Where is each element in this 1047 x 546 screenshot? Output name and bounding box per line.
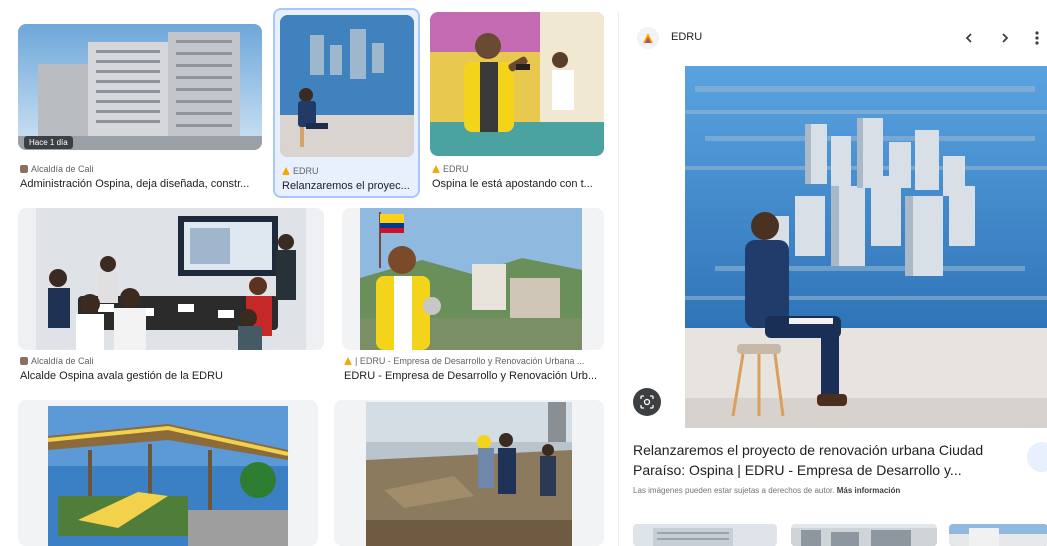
chevron-left-icon[interactable] bbox=[957, 26, 981, 50]
preview-header: EDRU bbox=[619, 12, 1047, 62]
result-caption[interactable]: Relanzaremos el proyec... bbox=[282, 180, 416, 192]
edru-favicon-icon bbox=[282, 167, 290, 175]
result-image-3[interactable] bbox=[430, 12, 604, 156]
related-image-2[interactable] bbox=[791, 524, 937, 546]
result-caption[interactable]: Alcalde Ospina avala gestión de la EDRU bbox=[20, 370, 324, 382]
result-image-7[interactable] bbox=[334, 400, 604, 546]
result-source: | EDRU - Empresa de Desarrollo y Renovac… bbox=[344, 356, 600, 366]
result-tile-3[interactable]: EDRU Ospina le está apostando con t... bbox=[430, 8, 606, 198]
result-tile-7[interactable] bbox=[334, 398, 606, 546]
time-badge: Hace 1 día bbox=[24, 136, 73, 149]
result-source: Alcaldía de Cali bbox=[20, 164, 264, 174]
related-image-3[interactable] bbox=[949, 524, 1047, 546]
result-source: EDRU bbox=[432, 164, 606, 174]
result-caption[interactable]: Administración Ospina, deja diseñada, co… bbox=[20, 178, 266, 190]
preview-source-name[interactable]: EDRU bbox=[671, 31, 702, 43]
result-image-1[interactable]: Hace 1 día bbox=[18, 24, 262, 150]
result-caption[interactable]: Ospina le está apostando con t... bbox=[432, 178, 606, 190]
share-button[interactable] bbox=[1027, 442, 1047, 472]
result-caption[interactable]: EDRU - Empresa de Desarrollo y Renovació… bbox=[344, 370, 602, 382]
edru-favicon-icon bbox=[344, 357, 352, 365]
result-image-5[interactable] bbox=[342, 208, 604, 350]
result-tile-2-selected[interactable]: EDRU Relanzaremos el proyec... bbox=[273, 8, 420, 198]
result-image-2[interactable] bbox=[280, 15, 414, 157]
preview-image[interactable] bbox=[685, 66, 1047, 428]
result-source: Alcaldía de Cali bbox=[20, 356, 320, 366]
preview-panel: EDRU Relanzaremos el proyecto de renovac… bbox=[618, 12, 1047, 546]
result-tile-1[interactable]: Hace 1 día Alcaldía de Cali Administraci… bbox=[18, 18, 266, 198]
more-vert-icon[interactable] bbox=[1029, 26, 1045, 50]
result-image-6[interactable] bbox=[18, 400, 318, 546]
alcaldia-favicon-icon bbox=[20, 357, 28, 365]
result-source: EDRU bbox=[282, 166, 416, 176]
result-tile-6[interactable] bbox=[18, 398, 318, 546]
more-info-link[interactable]: Más información bbox=[837, 486, 901, 495]
lens-icon[interactable] bbox=[633, 388, 661, 416]
edru-logo-icon bbox=[637, 27, 659, 49]
chevron-right-icon[interactable] bbox=[993, 26, 1017, 50]
copyright-disclaimer: Las imágenes pueden estar sujetas a dere… bbox=[633, 486, 901, 495]
result-image-4[interactable] bbox=[18, 208, 324, 350]
preview-title[interactable]: Relanzaremos el proyecto de renovación u… bbox=[633, 440, 1005, 480]
edru-favicon-icon bbox=[432, 165, 440, 173]
alcaldia-favicon-icon bbox=[20, 165, 28, 173]
result-tile-4[interactable]: Alcaldía de Cali Alcalde Ospina avala ge… bbox=[18, 206, 326, 386]
related-image-1[interactable] bbox=[633, 524, 777, 546]
result-tile-5[interactable]: | EDRU - Empresa de Desarrollo y Renovac… bbox=[342, 206, 606, 386]
